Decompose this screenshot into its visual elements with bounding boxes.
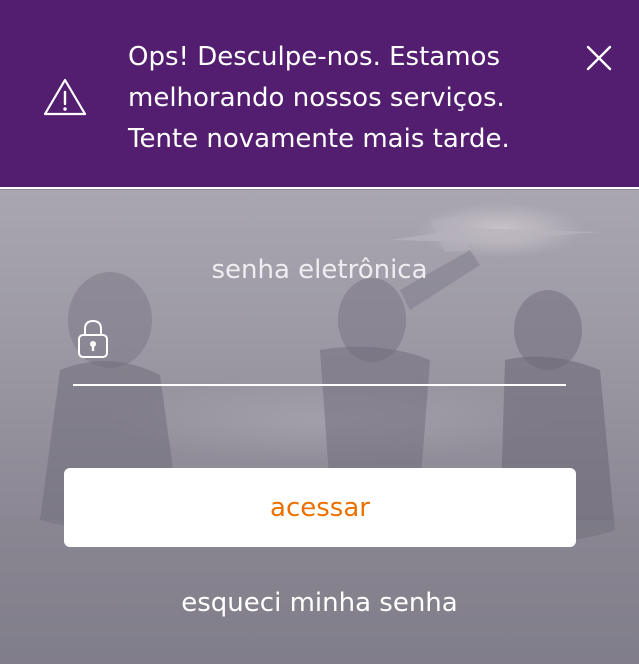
login-screen: Ops! Desculpe-nos. Estamos melhorando no… [0, 0, 639, 664]
forgot-password-link[interactable]: esqueci minha senha [0, 588, 639, 618]
password-underline [73, 384, 566, 386]
close-icon[interactable] [582, 41, 616, 75]
error-message: Ops! Desculpe-nos. Estamos melhorando no… [128, 42, 510, 154]
lock-icon [78, 319, 108, 358]
password-input[interactable] [118, 318, 558, 368]
warning-icon [43, 78, 87, 116]
access-button[interactable]: acessar [64, 468, 576, 547]
password-label: senha eletrônica [211, 255, 428, 285]
error-banner: Ops! Desculpe-nos. Estamos melhorando no… [0, 0, 639, 189]
